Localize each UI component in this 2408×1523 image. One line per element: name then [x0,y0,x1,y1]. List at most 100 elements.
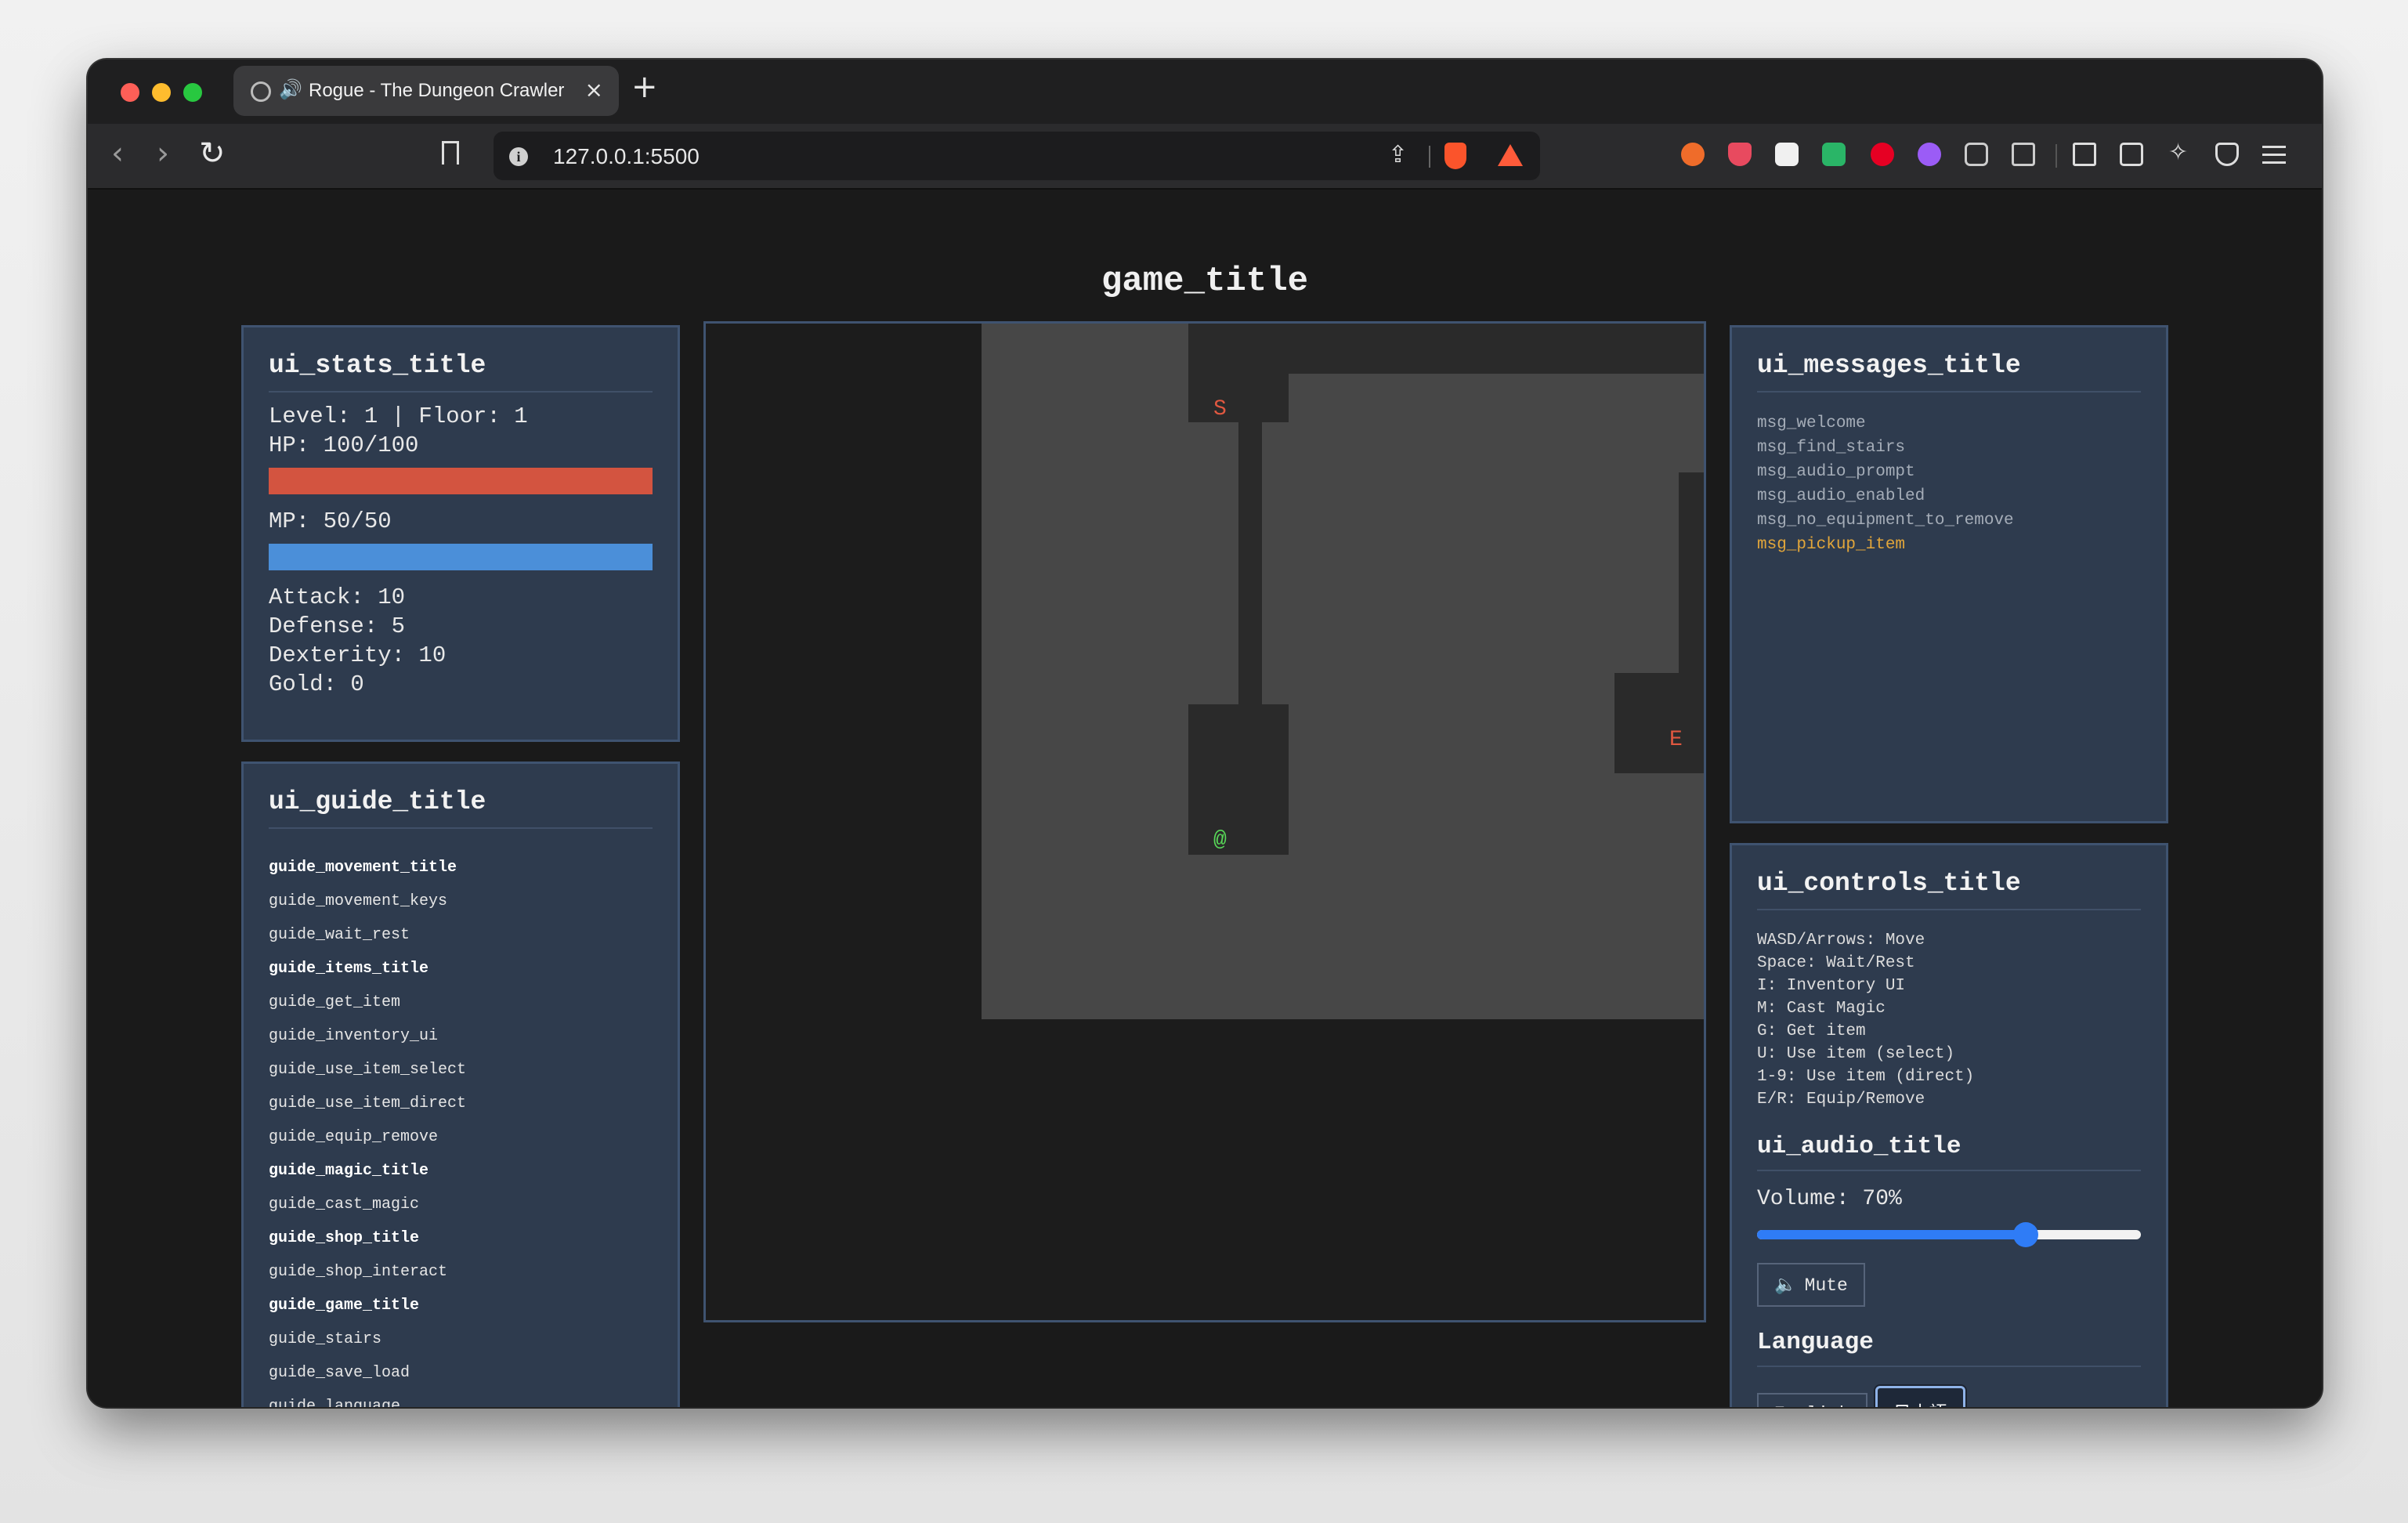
message-item: msg_no_equipment_to_remove [1757,512,2014,530]
control-hint: 1-9: Use item (direct) [1757,1068,1975,1086]
zoom-window-button[interactable] [183,83,202,102]
guide-section-heading: guide_shop_title [269,1229,420,1247]
control-hint: U: Use item (select) [1757,1045,1955,1063]
globe-icon [251,81,271,102]
guide-item: guide_cast_magic [269,1196,420,1214]
guide-item: guide_inventory_ui [269,1027,439,1045]
guide-section-heading: guide_movement_title [269,859,457,877]
volume-thumb[interactable] [2013,1222,2038,1247]
media-icon[interactable] [1822,143,1846,166]
audio-title: ui_audio_title [1757,1133,2141,1171]
browser-tab[interactable]: 🔊 Rogue - The Dungeon Crawler × [233,66,619,116]
controls-list: WASD/Arrows: Move Space: Wait/Rest I: Inve… [1757,929,2141,1111]
volume-label: Volume: 70% [1757,1187,1902,1211]
wallet-icon[interactable] [2120,143,2143,166]
extension-purple-icon[interactable] [1918,143,1941,166]
controls-panel: ui_controls_title WASD/Arrows: Move Space… [1730,843,2168,1407]
tab-title: Rogue - The Dungeon Crawler [309,80,565,101]
back-icon[interactable]: ‹ [111,135,124,172]
mute-label: Mute [1804,1275,1848,1296]
reader-icon[interactable] [2012,143,2035,166]
guide-item: guide_shop_interact [269,1263,448,1281]
menu-icon[interactable] [2262,146,2286,169]
url-text[interactable]: 127.0.0.1:5500 [553,144,700,169]
bookmark-icon[interactable] [442,141,459,165]
english-button[interactable]: English [1757,1393,1867,1407]
leo-icon[interactable]: ✧ [2168,141,2192,165]
message-log: msg_welcome msg_find_stairs msg_audio_prom… [1757,411,2141,557]
guide-list: guide_movement_title guide_movement_keys g… [269,851,653,1407]
player-tile: @ [1213,828,1227,852]
browser-toolbar: ‹ › ↻ i 127.0.0.1:5500 ⇪ ✧ [88,124,2322,190]
puzzle-icon[interactable] [1965,143,1988,166]
wall-player-room [1188,704,1289,855]
brave-rewards-icon[interactable] [1498,144,1523,166]
guide-title: ui_guide_title [269,787,653,829]
floor-room-main [982,324,1704,1019]
guide-item: guide_equip_remove [269,1128,439,1146]
volume-slider[interactable] [1757,1222,2141,1247]
guide-item: guide_use_item_direct [269,1094,467,1112]
stairs-tile: S [1213,397,1227,421]
messages-title: ui_messages_title [1757,351,2141,393]
control-hint: WASD/Arrows: Move [1757,932,1925,950]
extension-icon[interactable] [1775,143,1799,166]
control-hint: I: Inventory UI [1757,977,1906,995]
enemy-tile: E [1669,728,1683,752]
share-icon[interactable]: ⇪ [1388,141,1408,168]
hp-text: HP: 100/100 [269,432,419,458]
pinterest-icon[interactable] [1871,143,1894,166]
control-hint: M: Cast Magic [1757,1000,1886,1018]
speaker-muted-icon: 🔈 [1774,1275,1797,1295]
browser-window: 🔊 Rogue - The Dungeon Crawler × + ‹ › ↻ … [88,60,2322,1407]
url-separator [1429,146,1430,168]
gold-text: Gold: 0 [269,671,364,697]
japanese-button[interactable]: 日本語 [1875,1386,1965,1407]
forward-icon[interactable]: › [157,135,169,172]
wall-enemy-room [1614,673,1704,773]
guide-section-heading: guide_game_title [269,1297,420,1315]
dungeon-map[interactable]: S E @ [703,321,1706,1322]
guide-panel: ui_guide_title guide_movement_title guide… [241,762,680,1407]
brave-shield-icon[interactable] [1444,143,1466,169]
new-tab-button[interactable]: + [631,69,658,105]
guide-item: guide_wait_rest [269,926,410,944]
stats-title: ui_stats_title [269,351,653,393]
hp-bar [269,468,653,494]
message-item: msg_pickup_item [1757,536,1906,554]
guide-item: guide_get_item [269,993,401,1011]
address-bar[interactable]: i 127.0.0.1:5500 ⇪ [494,132,1540,180]
info-icon[interactable]: i [509,147,528,166]
minimize-window-button[interactable] [152,83,171,102]
game-page: game_title ui_stats_title Level: 1 | Flo… [88,190,2322,1407]
controls-title: ui_controls_title [1757,869,2141,910]
close-window-button[interactable] [121,83,139,102]
mute-button[interactable]: 🔈 Mute [1757,1263,1865,1307]
vpn-icon[interactable] [2215,143,2239,166]
toolbar-separator [2055,144,2057,168]
guide-section-heading: guide_magic_title [269,1162,429,1180]
guide-item: guide_language [269,1398,401,1407]
guide-item: guide_stairs [269,1330,382,1348]
close-tab-icon[interactable]: × [585,77,603,103]
control-hint: E/R: Equip/Remove [1757,1091,1925,1109]
wall-right-strip [1679,472,1704,681]
sidebar-icon[interactable] [2073,143,2096,166]
dexterity-text: Dexterity: 10 [269,642,447,668]
guide-item: guide_save_load [269,1364,410,1382]
language-buttons: English 日本語 [1757,1386,2141,1407]
floor-top-corridor [1289,374,1704,397]
pocket-icon[interactable] [1728,143,1752,166]
tab-strip: 🔊 Rogue - The Dungeon Crawler × + [88,60,2322,124]
mp-bar [269,544,653,570]
metamask-icon[interactable] [1681,143,1705,166]
mp-text: MP: 50/50 [269,508,392,534]
wall-corridor-vertical [1238,422,1262,704]
message-item: msg_audio_enabled [1757,487,1925,505]
speaker-icon[interactable]: 🔊 [279,78,302,100]
defense-text: Defense: 5 [269,613,406,639]
attack-text: Attack: 10 [269,584,406,610]
volume-fill [1757,1230,2026,1239]
wall-stairs-room [1188,324,1289,422]
reload-icon[interactable]: ↻ [199,135,226,172]
